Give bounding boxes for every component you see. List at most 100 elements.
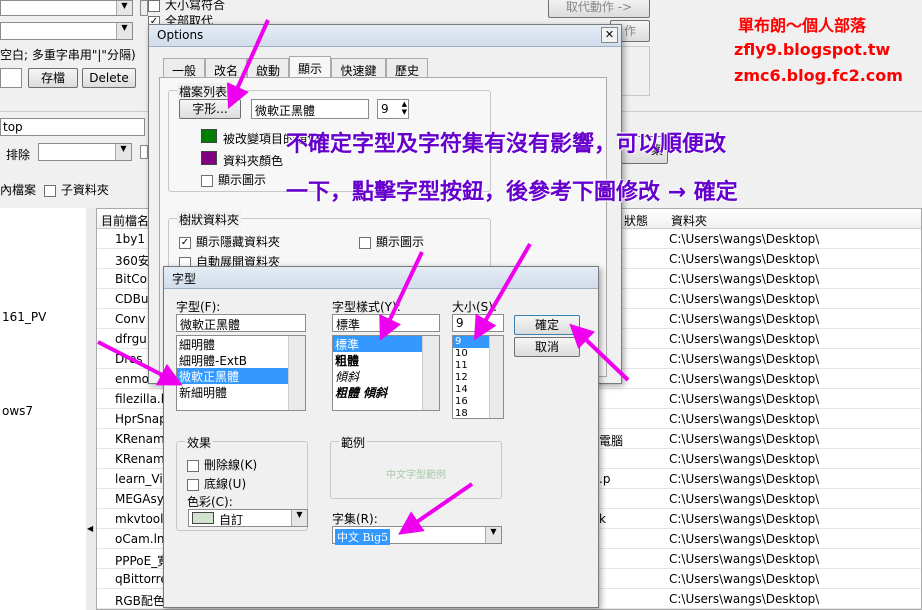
color-value: 自訂	[219, 513, 244, 527]
cell-folder: C:\Users\wangs\Desktop\	[669, 492, 820, 506]
tab-4[interactable]: 快速鍵	[331, 58, 386, 78]
font-option[interactable]: 細明體-ExtB	[177, 352, 305, 368]
font-label: 字型(F):	[176, 300, 221, 314]
size-label: 大小(S):	[452, 300, 498, 314]
cell-name: KRenam	[115, 432, 165, 446]
cell-name: Conv	[115, 312, 146, 326]
cell-name: filezilla.l	[115, 392, 165, 406]
tree-item[interactable]: ows7	[2, 404, 33, 418]
col-header-name[interactable]: 目前檔名	[101, 212, 149, 229]
sample-text: 中文字型範例	[386, 470, 446, 481]
tree-item[interactable]: 161_PV	[2, 310, 46, 324]
size-input[interactable]: 9	[452, 314, 504, 332]
tab-3[interactable]: 顯示	[289, 56, 331, 78]
folder-tree[interactable]: 161_PV ows7	[0, 208, 88, 610]
sample-label: 範例	[339, 434, 368, 451]
save-button[interactable]: 存檔	[28, 68, 78, 88]
color-swatch	[192, 512, 214, 524]
cell-folder: C:\Users\wangs\Desktop\	[669, 292, 820, 306]
folder-color-swatch[interactable]	[201, 151, 217, 165]
show-hidden-checkbox[interactable]: ✓ 顯示隱藏資料夾	[179, 233, 280, 250]
blog-url-2: zmc6.blog.fc2.com	[734, 66, 903, 85]
close-icon[interactable]: ✕	[601, 27, 618, 43]
font-titlebar: 字型	[164, 267, 598, 289]
style-label: 字型樣式(Y):	[332, 300, 401, 314]
font-listbox[interactable]: 細明體 細明體-ExtB 微軟正黑體 新細明體	[176, 335, 306, 411]
cell-name: CDBu	[115, 292, 149, 306]
filelist-group-label: 檔案列表	[177, 83, 230, 100]
cell-name: 360安	[115, 254, 150, 268]
delete-button[interactable]: Delete	[82, 68, 136, 88]
cell-name: MEGAsy	[115, 492, 164, 506]
tab-1[interactable]: 改名	[205, 58, 247, 78]
tab-0[interactable]: 一般	[163, 58, 205, 78]
font-size-field[interactable]: 9 ▲ ▼	[377, 99, 409, 119]
cell-name: 1by1	[115, 232, 145, 246]
blog-title: 單布朗～個人部落	[738, 16, 867, 35]
cell-name: learn_Vis	[115, 472, 169, 486]
cell-name: qBittorre	[115, 572, 168, 586]
blog-url-1: zfly9.blogspot.tw	[734, 40, 891, 59]
cell-folder: C:\Users\wangs\Desktop\	[669, 412, 820, 426]
ok-button[interactable]: 確定	[514, 315, 580, 335]
splitter[interactable]: ◀	[86, 208, 96, 610]
font-option[interactable]: 細明體	[177, 336, 305, 352]
color-label: 色彩(C):	[187, 495, 233, 509]
path-field[interactable]: top	[0, 118, 145, 136]
color-dropdown[interactable]: 自訂 ▼	[188, 509, 308, 527]
cell-folder: C:\Users\wangs\Desktop\	[669, 232, 820, 246]
cell-folder: C:\Users\wangs\Desktop\	[669, 472, 820, 486]
top-dropdown[interactable]: ▼	[0, 0, 133, 16]
effects-label: 效果	[185, 434, 214, 451]
charset-value: 中文 Big5	[335, 529, 391, 545]
collapse-arrow-icon[interactable]: ◀	[87, 524, 93, 533]
style-listbox[interactable]: 標準 粗體 傾斜 粗體 傾斜	[332, 335, 440, 411]
cell-name: Dres	[115, 352, 143, 366]
cell-folder: C:\Users\wangs\Desktop\	[669, 592, 820, 606]
tab-2[interactable]: 啟動	[247, 58, 289, 78]
font-button[interactable]: 字形...	[179, 99, 241, 119]
col-header-status[interactable]: 狀態	[624, 212, 648, 229]
underline-checkbox[interactable]: 底線(U)	[187, 475, 246, 492]
cell-name: PPPoE_寬	[115, 554, 170, 568]
cell-folder: C:\Users\wangs\Desktop\	[669, 252, 820, 266]
font-option[interactable]: 新細明體	[177, 384, 305, 400]
cell-folder: C:\Users\wangs\Desktop\	[669, 552, 820, 566]
file-option-1[interactable]: 內檔案 子資料夾	[0, 181, 109, 198]
options-title: Options	[157, 28, 204, 42]
exclude-dropdown[interactable]: ▼	[38, 143, 132, 161]
instruction-line-1: 不確定字型及字符集有沒有影響，可以順便改	[286, 132, 727, 157]
cell-status: k	[599, 512, 606, 526]
col-header-folder[interactable]: 資料夾	[671, 212, 707, 229]
options-titlebar: Options ✕	[149, 25, 621, 47]
cell-folder: C:\Users\wangs\Desktop\	[669, 372, 820, 386]
small-checkbox[interactable]	[140, 145, 148, 159]
style-input[interactable]: 標準	[332, 314, 440, 332]
cell-folder: C:\Users\wangs\Desktop\	[669, 532, 820, 546]
cell-name: HprSnap	[115, 412, 167, 426]
font-dialog: 字型 字型(F): 微軟正黑體 細明體 細明體-ExtB 微軟正黑體 新細明體 字型樣…	[163, 266, 599, 608]
changed-color-swatch[interactable]	[201, 129, 217, 143]
undo-button[interactable]: 取代動作 ->	[548, 0, 650, 18]
tab-5[interactable]: 歷史	[386, 58, 428, 78]
cell-name: BitCo	[115, 272, 147, 286]
cell-folder: C:\Users\wangs\Desktop\	[669, 392, 820, 406]
font-name-field[interactable]: 微軟正黑體	[251, 99, 369, 119]
cell-name: mkvtooli	[115, 512, 167, 526]
font-option[interactable]: 微軟正黑體	[177, 368, 305, 384]
font-input[interactable]: 微軟正黑體	[176, 314, 306, 332]
show-icons2-checkbox[interactable]: 顯示圖示	[359, 233, 424, 250]
input-field[interactable]	[0, 68, 22, 88]
cell-folder: C:\Users\wangs\Desktop\	[669, 512, 820, 526]
size-listbox[interactable]: 9 10 11 12 14 16 18	[452, 335, 504, 419]
strikeout-checkbox[interactable]: 刪除線(K)	[187, 456, 257, 473]
charset-dropdown[interactable]: 中文 Big5 ▼	[332, 526, 502, 545]
cell-name: KRenam	[115, 452, 165, 466]
second-dropdown[interactable]: ▼	[0, 22, 133, 40]
font-dialog-title: 字型	[172, 272, 197, 286]
instruction-line-2: 一下，點擊字型按鈕，後參考下圖修改 → 確定	[286, 180, 738, 205]
show-icons-checkbox[interactable]: 顯示圖示	[201, 171, 266, 188]
cancel-button[interactable]: 取消	[514, 337, 580, 357]
scroll-arrow-up[interactable]	[140, 0, 148, 16]
cell-folder: C:\Users\wangs\Desktop\	[669, 452, 820, 466]
